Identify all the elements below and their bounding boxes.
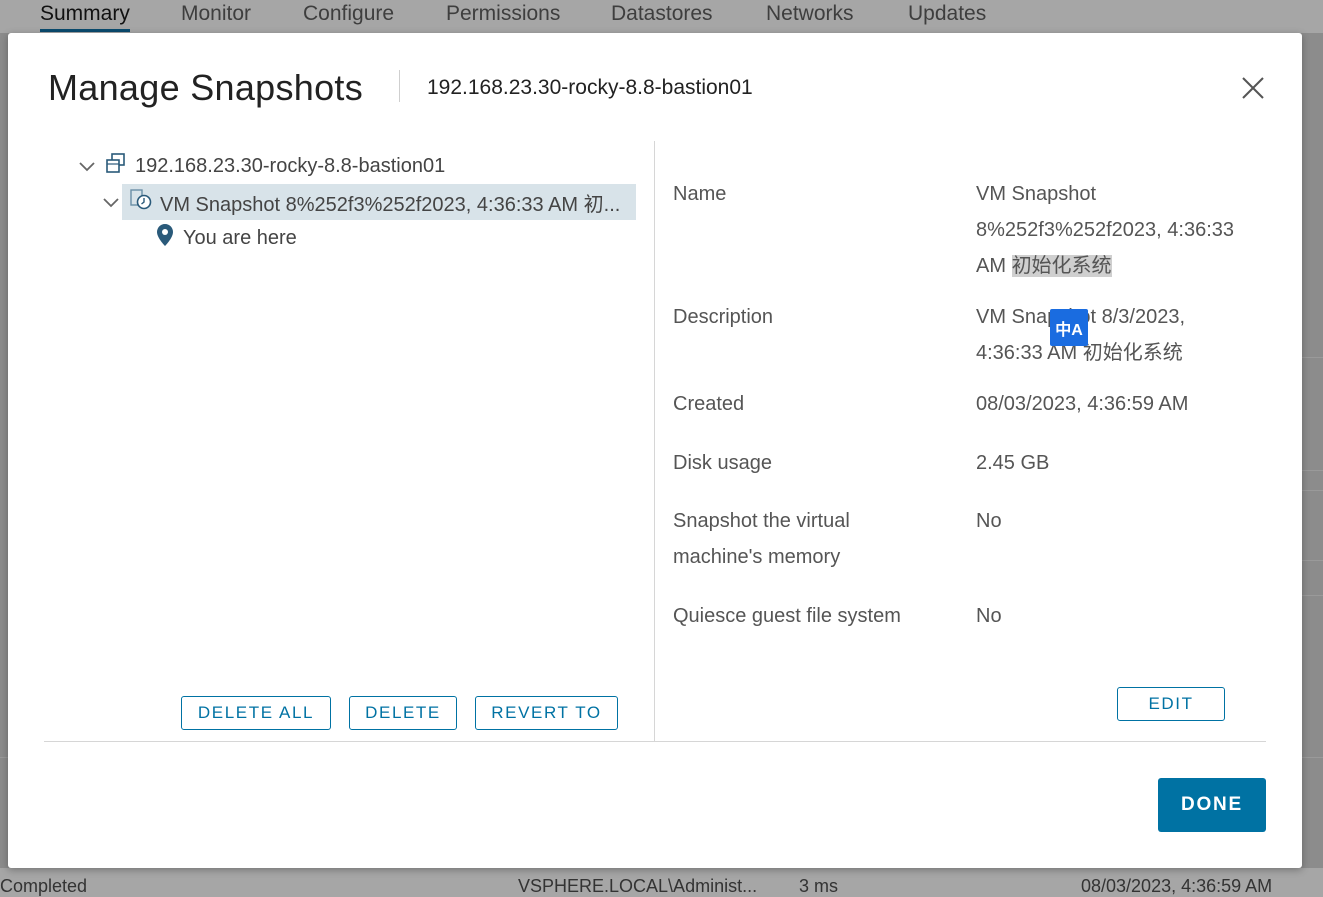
name-value-line2: 8%252f3%252f2023, 4:36:33 — [976, 219, 1234, 241]
tab-summary[interactable]: Summary — [40, 2, 130, 32]
memory-value: No — [976, 510, 1002, 532]
tab-configure[interactable]: Configure — [303, 2, 394, 26]
tab-networks[interactable]: Networks — [766, 2, 854, 26]
memory-label-line2: machine's memory — [673, 546, 841, 568]
footer-divider — [44, 741, 1266, 742]
close-icon[interactable] — [1238, 73, 1268, 103]
background-divider — [1302, 757, 1323, 758]
chevron-down-icon[interactable] — [76, 155, 98, 177]
dialog-title: Manage Snapshots — [48, 67, 364, 108]
title-divider — [399, 70, 400, 102]
tree-node-you-are-here: You are here — [156, 220, 297, 256]
revert-to-button[interactable]: REVERT TO — [475, 696, 618, 730]
tree-vm-label: 192.168.23.30-rocky-8.8-bastion01 — [135, 154, 446, 177]
location-pin-icon — [156, 223, 174, 253]
background-task-duration: 3 ms — [799, 876, 839, 896]
background-divider — [1302, 595, 1323, 596]
delete-all-button[interactable]: DELETE ALL — [181, 696, 331, 730]
quiesce-label: Quiesce guest file system — [673, 605, 901, 627]
edit-button[interactable]: EDIT — [1117, 687, 1225, 721]
tree-snapshot-label: VM Snapshot 8%252f3%252f2023, 4:36:33 AM… — [160, 193, 621, 216]
tab-monitor[interactable]: Monitor — [181, 2, 251, 26]
delete-button[interactable]: DELETE — [349, 696, 457, 730]
background-divider — [1302, 470, 1323, 471]
tree-node-vm[interactable]: 192.168.23.30-rocky-8.8-bastion01 — [76, 148, 445, 184]
background-task-initiator: VSPHERE.LOCAL\Administ... — [518, 876, 758, 896]
disk-usage-value: 2.45 GB — [976, 452, 1050, 474]
translate-icon[interactable]: 中A — [1050, 309, 1088, 346]
created-value: 08/03/2023, 4:36:59 AM — [976, 393, 1189, 415]
snapshot-icon — [129, 187, 153, 217]
tab-updates[interactable]: Updates — [908, 2, 986, 26]
tab-datastores[interactable]: Datastores — [611, 2, 713, 26]
background-divider — [0, 757, 8, 758]
background-task-status: Completed — [0, 876, 88, 896]
tree-node-snapshot[interactable]: VM Snapshot 8%252f3%252f2023, 4:36:33 AM… — [100, 184, 636, 220]
manage-snapshots-dialog: Manage Snapshots 192.168.23.30-rocky-8.8… — [8, 33, 1302, 868]
name-value-selected-text: 初始化系统 — [1011, 255, 1112, 277]
chevron-down-icon[interactable] — [100, 191, 122, 213]
tab-permissions[interactable]: Permissions — [446, 2, 560, 26]
done-button[interactable]: DONE — [1158, 778, 1266, 832]
vm-icon — [105, 152, 127, 180]
background-divider — [1302, 357, 1323, 358]
background-divider — [1302, 560, 1323, 561]
you-are-here-label: You are here — [183, 226, 297, 249]
dialog-vm-name: 192.168.23.30-rocky-8.8-bastion01 — [427, 76, 753, 99]
background-tab-bar: Summary Monitor Configure Permissions Da… — [0, 0, 1323, 33]
created-label: Created — [673, 393, 745, 415]
background-divider — [1302, 490, 1323, 491]
description-label: Description — [673, 306, 774, 328]
name-value-line1: VM Snapshot — [976, 183, 1097, 205]
quiesce-value: No — [976, 605, 1002, 627]
name-value-line3: AM 初始化系统 — [976, 248, 1112, 284]
name-value-am: AM — [976, 255, 1006, 277]
background-task-time: 08/03/2023, 4:36:59 AM — [1081, 876, 1273, 896]
memory-label-line1: Snapshot the virtual — [673, 510, 850, 532]
panel-divider — [654, 141, 655, 741]
disk-usage-label: Disk usage — [673, 452, 772, 474]
name-label: Name — [673, 183, 727, 205]
